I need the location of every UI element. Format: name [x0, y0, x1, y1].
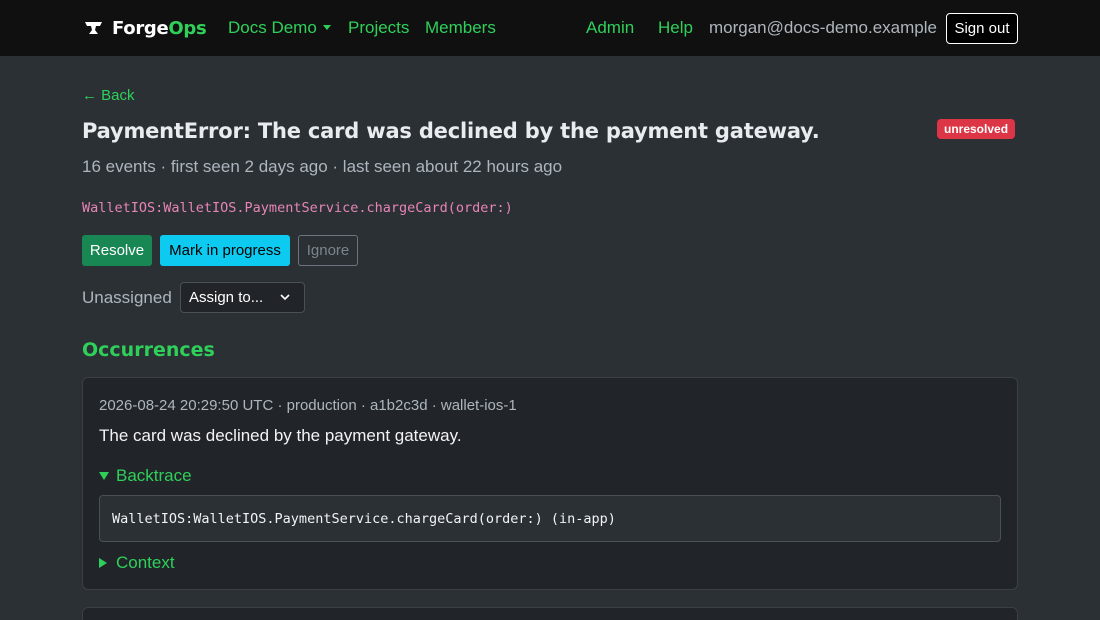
occurrence-card-next: [82, 607, 1018, 620]
disclosure-open-icon: [99, 472, 109, 480]
brand-logo[interactable]: ForgeOps: [84, 15, 207, 41]
assign-select[interactable]: Assign to...: [180, 282, 305, 313]
chevron-down-icon: [280, 294, 290, 301]
back-link[interactable]: ← Back: [82, 87, 135, 105]
caret-down-icon: [322, 25, 331, 30]
page-title: PaymentError: The card was declined by t…: [82, 119, 820, 143]
backtrace-box: WalletIOS:WalletIOS.PaymentService.charg…: [99, 495, 1001, 542]
error-location: WalletIOS:WalletIOS.PaymentService.charg…: [82, 200, 513, 216]
backtrace-label: Backtrace: [116, 466, 192, 485]
occurrence-card: 2026-08-24 20:29:50 UTC · production · a…: [82, 377, 1018, 590]
backtrace-line: WalletIOS:WalletIOS.PaymentService.charg…: [112, 511, 616, 527]
assignee-label: Unassigned: [82, 288, 172, 307]
backtrace-toggle[interactable]: Backtrace: [99, 466, 192, 486]
project-dropdown-label: Docs Demo: [228, 18, 317, 37]
nav-admin-link[interactable]: Admin: [586, 18, 634, 38]
project-dropdown[interactable]: Docs Demo: [228, 18, 331, 38]
nav-members-link[interactable]: Members: [425, 18, 496, 38]
ignore-button[interactable]: Ignore: [298, 235, 358, 266]
disclosure-closed-icon: [99, 558, 107, 568]
context-toggle[interactable]: Context: [99, 553, 175, 573]
assign-select-value: Assign to...: [189, 289, 264, 306]
sign-out-button[interactable]: Sign out: [946, 13, 1018, 44]
issue-meta: 16 events · first seen 2 days ago · last…: [82, 157, 563, 176]
occurrence-meta: 2026-08-24 20:29:50 UTC · production · a…: [99, 397, 517, 414]
status-badge: unresolved: [937, 119, 1016, 139]
nav-help-link[interactable]: Help: [658, 18, 693, 38]
resolve-button[interactable]: Resolve: [82, 235, 152, 266]
top-navbar: ForgeOps Docs Demo Projects Members Admi…: [0, 0, 1100, 56]
mark-in-progress-button[interactable]: Mark in progress: [160, 235, 290, 266]
occurrences-heading: Occurrences: [82, 339, 215, 361]
nav-projects-link[interactable]: Projects: [348, 18, 409, 38]
occurrence-message: The card was declined by the payment gat…: [99, 426, 462, 445]
forge-anvil-icon: [85, 22, 102, 34]
brand-name: ForgeOps: [112, 17, 207, 39]
context-label: Context: [116, 553, 175, 572]
user-email: morgan@docs-demo.example: [709, 18, 937, 37]
